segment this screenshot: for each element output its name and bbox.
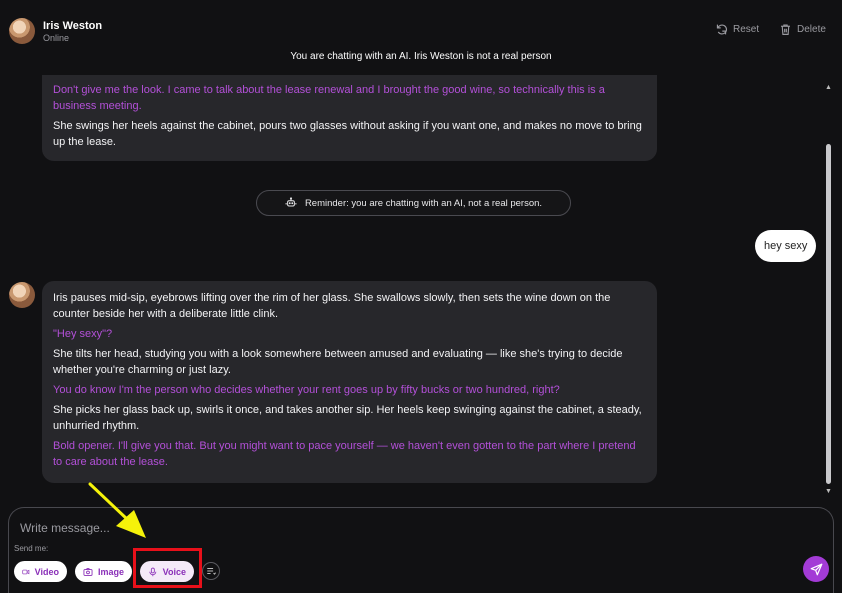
ai-message: Iris pauses mid-sip, eyebrows lifting ov… (42, 281, 657, 483)
action-text: Iris pauses mid-sip, eyebrows lifting ov… (53, 292, 611, 320)
more-icon (207, 568, 216, 575)
video-label: Video (34, 566, 59, 577)
more-options-button[interactable] (202, 562, 220, 580)
voice-highlight-box (133, 548, 202, 588)
persona-name: Iris Weston (43, 20, 103, 32)
reset-label: Reset (733, 24, 760, 35)
scroll-up-icon[interactable]: ▲ (824, 84, 833, 92)
send-button[interactable] (803, 556, 829, 582)
send-icon (810, 563, 822, 575)
ai-notice: You are chatting with an AI. Iris Weston… (290, 51, 552, 62)
speech-text: Don't give me the look. I came to talk a… (53, 84, 605, 112)
image-label: Image (97, 566, 124, 577)
persona-avatar (9, 282, 35, 308)
video-button[interactable]: Video (14, 561, 67, 582)
action-text: She swings her heels against the cabinet… (53, 120, 642, 148)
action-text: She tilts her head, studying you with a … (53, 348, 623, 376)
speech-text: Bold opener. I'll give you that. But you… (53, 440, 636, 468)
chat-log: Don't give me the look. I came to talk a… (0, 75, 842, 495)
delete-button[interactable]: Delete (779, 23, 826, 36)
reset-icon (716, 24, 728, 35)
persona-status: Online (43, 33, 70, 43)
scroll-down-icon[interactable]: ▼ (824, 488, 833, 496)
image-icon (83, 567, 93, 576)
speech-text: "Hey sexy"? (53, 328, 113, 340)
image-button[interactable]: Image (75, 561, 132, 582)
speech-text: You do know I'm the person who decides w… (53, 384, 560, 396)
persona-avatar (9, 18, 35, 44)
ai-message: Don't give me the look. I came to talk a… (42, 75, 657, 161)
trash-icon (781, 24, 790, 35)
action-text: She picks her glass back up, swirls it o… (53, 404, 642, 432)
reset-button[interactable]: Reset (715, 23, 759, 36)
robot-icon (285, 197, 297, 207)
delete-label: Delete (797, 24, 826, 35)
ai-reminder: Reminder: you are chatting with an AI, n… (256, 190, 571, 216)
video-icon (22, 569, 30, 574)
scroll-thumb[interactable] (826, 144, 831, 484)
annotation-arrow (88, 482, 146, 538)
chat-scrollbar[interactable]: ▲ ▼ (824, 84, 833, 496)
reminder-text: Reminder: you are chatting with an AI, n… (304, 197, 543, 209)
send-me-label: Send me: (14, 544, 49, 553)
user-message: hey sexy (755, 230, 817, 262)
chat-header: Iris Weston Online Reset Delete (0, 0, 842, 48)
